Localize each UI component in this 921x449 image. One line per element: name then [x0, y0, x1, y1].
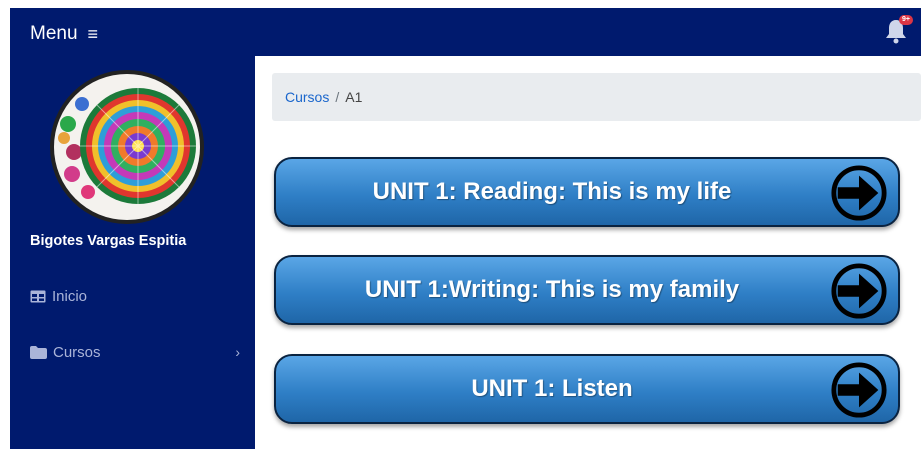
sidebar-item-label: Inicio: [52, 288, 88, 305]
hamburger-icon: ≡: [87, 23, 99, 44]
notifications-button[interactable]: 9+: [885, 15, 913, 44]
breadcrumb: Cursos / A1: [272, 73, 921, 121]
unit-button-label: UNIT 1: Listen: [471, 375, 633, 402]
sidebar-item-cursos[interactable]: Cursos ›: [30, 344, 240, 361]
user-name: Bigotes Vargas Espitia: [30, 233, 187, 249]
top-navbar: Menu ≡ 9+: [10, 8, 921, 56]
table-icon: [30, 290, 46, 303]
arrow-right-circle-icon: [831, 165, 887, 221]
arrow-right-circle-icon: [831, 362, 887, 418]
sidebar: Bigotes Vargas Espitia Inicio Cursos ›: [10, 56, 255, 449]
avatar: [50, 70, 204, 224]
sidebar-item-label: Cursos: [53, 344, 101, 361]
main-content: Cursos / A1 UNIT 1: Reading: This is my …: [256, 56, 921, 449]
notification-badge: 9+: [899, 15, 913, 25]
mandala-avatar-image: [54, 74, 200, 220]
breadcrumb-current: A1: [345, 89, 363, 105]
menu-label: Menu: [30, 23, 78, 44]
arrow-right-circle-icon: [831, 263, 887, 319]
sidebar-item-inicio[interactable]: Inicio: [30, 288, 87, 305]
unit-button-label: UNIT 1:Writing: This is my family: [364, 276, 740, 303]
breadcrumb-separator: /: [335, 89, 340, 105]
menu-toggle-button[interactable]: Menu ≡: [30, 23, 98, 45]
unit-button-writing[interactable]: UNIT 1:Writing: This is my family: [274, 255, 900, 325]
unit-button-label: UNIT 1: Reading: This is my life: [372, 178, 732, 205]
unit-button-reading[interactable]: UNIT 1: Reading: This is my life: [274, 157, 900, 227]
folder-icon: [30, 346, 47, 359]
unit-button-listen[interactable]: UNIT 1: Listen: [274, 354, 900, 424]
chevron-right-icon: ›: [235, 344, 240, 360]
breadcrumb-link-cursos[interactable]: Cursos: [285, 89, 329, 105]
